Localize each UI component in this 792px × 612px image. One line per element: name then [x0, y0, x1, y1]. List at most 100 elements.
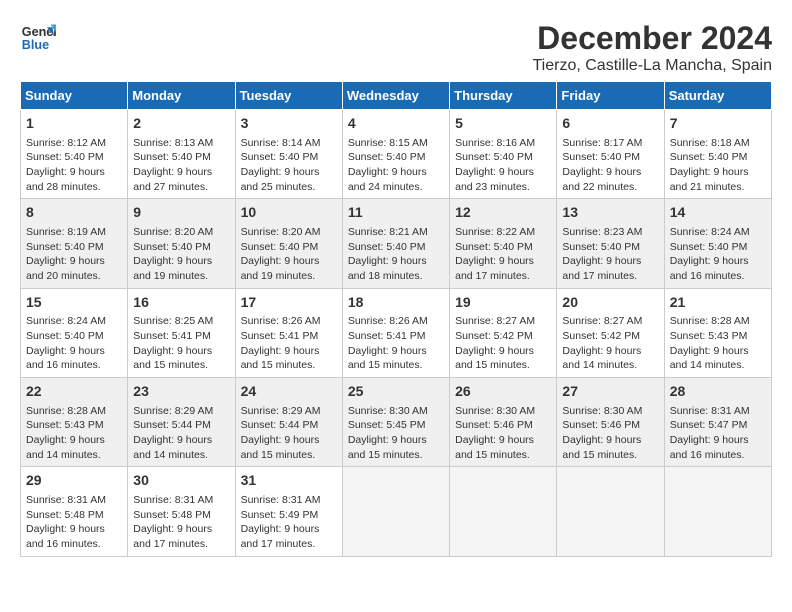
calendar-day-cell: 28Sunrise: 8:31 AM Sunset: 5:47 PM Dayli…	[664, 378, 771, 467]
day-info: Sunrise: 8:20 AM Sunset: 5:40 PM Dayligh…	[133, 225, 229, 284]
day-info: Sunrise: 8:28 AM Sunset: 5:43 PM Dayligh…	[26, 404, 122, 463]
day-info: Sunrise: 8:15 AM Sunset: 5:40 PM Dayligh…	[348, 136, 444, 195]
day-number: 5	[455, 114, 551, 134]
day-number: 25	[348, 382, 444, 402]
day-number: 23	[133, 382, 229, 402]
calendar-day-cell: 21Sunrise: 8:28 AM Sunset: 5:43 PM Dayli…	[664, 288, 771, 377]
day-info: Sunrise: 8:26 AM Sunset: 5:41 PM Dayligh…	[348, 314, 444, 373]
calendar-day-cell: 27Sunrise: 8:30 AM Sunset: 5:46 PM Dayli…	[557, 378, 664, 467]
day-info: Sunrise: 8:20 AM Sunset: 5:40 PM Dayligh…	[241, 225, 337, 284]
calendar-day-cell: 9Sunrise: 8:20 AM Sunset: 5:40 PM Daylig…	[128, 199, 235, 288]
calendar-day-cell: 16Sunrise: 8:25 AM Sunset: 5:41 PM Dayli…	[128, 288, 235, 377]
calendar-week-row: 22Sunrise: 8:28 AM Sunset: 5:43 PM Dayli…	[21, 378, 772, 467]
calendar-day-cell: 22Sunrise: 8:28 AM Sunset: 5:43 PM Dayli…	[21, 378, 128, 467]
day-number: 7	[670, 114, 766, 134]
calendar-header-friday: Friday	[557, 82, 664, 110]
day-info: Sunrise: 8:28 AM Sunset: 5:43 PM Dayligh…	[670, 314, 766, 373]
day-number: 6	[562, 114, 658, 134]
day-info: Sunrise: 8:21 AM Sunset: 5:40 PM Dayligh…	[348, 225, 444, 284]
day-info: Sunrise: 8:29 AM Sunset: 5:44 PM Dayligh…	[241, 404, 337, 463]
day-number: 27	[562, 382, 658, 402]
day-number: 20	[562, 293, 658, 313]
logo: General Blue	[20, 20, 56, 56]
calendar-day-cell	[557, 467, 664, 556]
day-info: Sunrise: 8:14 AM Sunset: 5:40 PM Dayligh…	[241, 136, 337, 195]
day-number: 19	[455, 293, 551, 313]
calendar-day-cell: 31Sunrise: 8:31 AM Sunset: 5:49 PM Dayli…	[235, 467, 342, 556]
day-info: Sunrise: 8:30 AM Sunset: 5:46 PM Dayligh…	[455, 404, 551, 463]
calendar-day-cell: 19Sunrise: 8:27 AM Sunset: 5:42 PM Dayli…	[450, 288, 557, 377]
day-number: 17	[241, 293, 337, 313]
day-info: Sunrise: 8:19 AM Sunset: 5:40 PM Dayligh…	[26, 225, 122, 284]
day-info: Sunrise: 8:29 AM Sunset: 5:44 PM Dayligh…	[133, 404, 229, 463]
calendar-day-cell: 25Sunrise: 8:30 AM Sunset: 5:45 PM Dayli…	[342, 378, 449, 467]
calendar-day-cell: 1Sunrise: 8:12 AM Sunset: 5:40 PM Daylig…	[21, 110, 128, 199]
main-title: December 2024	[532, 20, 772, 57]
calendar-day-cell: 26Sunrise: 8:30 AM Sunset: 5:46 PM Dayli…	[450, 378, 557, 467]
day-number: 16	[133, 293, 229, 313]
day-info: Sunrise: 8:31 AM Sunset: 5:49 PM Dayligh…	[241, 493, 337, 552]
page-header: General Blue December 2024 Tierzo, Casti…	[20, 20, 772, 75]
day-info: Sunrise: 8:31 AM Sunset: 5:48 PM Dayligh…	[26, 493, 122, 552]
calendar-day-cell	[342, 467, 449, 556]
calendar-week-row: 8Sunrise: 8:19 AM Sunset: 5:40 PM Daylig…	[21, 199, 772, 288]
day-info: Sunrise: 8:23 AM Sunset: 5:40 PM Dayligh…	[562, 225, 658, 284]
day-number: 28	[670, 382, 766, 402]
day-number: 2	[133, 114, 229, 134]
day-info: Sunrise: 8:30 AM Sunset: 5:46 PM Dayligh…	[562, 404, 658, 463]
calendar-day-cell: 30Sunrise: 8:31 AM Sunset: 5:48 PM Dayli…	[128, 467, 235, 556]
day-number: 15	[26, 293, 122, 313]
day-info: Sunrise: 8:25 AM Sunset: 5:41 PM Dayligh…	[133, 314, 229, 373]
calendar-table: SundayMondayTuesdayWednesdayThursdayFrid…	[20, 81, 772, 557]
calendar-week-row: 29Sunrise: 8:31 AM Sunset: 5:48 PM Dayli…	[21, 467, 772, 556]
day-number: 24	[241, 382, 337, 402]
day-info: Sunrise: 8:18 AM Sunset: 5:40 PM Dayligh…	[670, 136, 766, 195]
day-number: 29	[26, 471, 122, 491]
day-number: 30	[133, 471, 229, 491]
calendar-day-cell: 2Sunrise: 8:13 AM Sunset: 5:40 PM Daylig…	[128, 110, 235, 199]
calendar-day-cell	[664, 467, 771, 556]
day-info: Sunrise: 8:17 AM Sunset: 5:40 PM Dayligh…	[562, 136, 658, 195]
day-number: 4	[348, 114, 444, 134]
logo-icon: General Blue	[20, 20, 56, 56]
calendar-header-tuesday: Tuesday	[235, 82, 342, 110]
day-number: 12	[455, 203, 551, 223]
calendar-day-cell: 3Sunrise: 8:14 AM Sunset: 5:40 PM Daylig…	[235, 110, 342, 199]
calendar-day-cell: 17Sunrise: 8:26 AM Sunset: 5:41 PM Dayli…	[235, 288, 342, 377]
day-number: 3	[241, 114, 337, 134]
calendar-day-cell: 29Sunrise: 8:31 AM Sunset: 5:48 PM Dayli…	[21, 467, 128, 556]
day-number: 21	[670, 293, 766, 313]
day-number: 31	[241, 471, 337, 491]
calendar-header-row: SundayMondayTuesdayWednesdayThursdayFrid…	[21, 82, 772, 110]
calendar-day-cell: 13Sunrise: 8:23 AM Sunset: 5:40 PM Dayli…	[557, 199, 664, 288]
day-info: Sunrise: 8:22 AM Sunset: 5:40 PM Dayligh…	[455, 225, 551, 284]
calendar-day-cell: 10Sunrise: 8:20 AM Sunset: 5:40 PM Dayli…	[235, 199, 342, 288]
calendar-header-monday: Monday	[128, 82, 235, 110]
calendar-header-thursday: Thursday	[450, 82, 557, 110]
day-number: 26	[455, 382, 551, 402]
calendar-header-wednesday: Wednesday	[342, 82, 449, 110]
title-area: December 2024 Tierzo, Castille-La Mancha…	[532, 20, 772, 75]
svg-text:Blue: Blue	[22, 38, 49, 52]
day-number: 11	[348, 203, 444, 223]
calendar-week-row: 15Sunrise: 8:24 AM Sunset: 5:40 PM Dayli…	[21, 288, 772, 377]
calendar-header-sunday: Sunday	[21, 82, 128, 110]
calendar-day-cell: 4Sunrise: 8:15 AM Sunset: 5:40 PM Daylig…	[342, 110, 449, 199]
day-info: Sunrise: 8:31 AM Sunset: 5:48 PM Dayligh…	[133, 493, 229, 552]
day-number: 9	[133, 203, 229, 223]
calendar-week-row: 1Sunrise: 8:12 AM Sunset: 5:40 PM Daylig…	[21, 110, 772, 199]
day-info: Sunrise: 8:30 AM Sunset: 5:45 PM Dayligh…	[348, 404, 444, 463]
calendar-day-cell: 7Sunrise: 8:18 AM Sunset: 5:40 PM Daylig…	[664, 110, 771, 199]
day-info: Sunrise: 8:24 AM Sunset: 5:40 PM Dayligh…	[670, 225, 766, 284]
subtitle: Tierzo, Castille-La Mancha, Spain	[532, 57, 772, 75]
calendar-day-cell: 6Sunrise: 8:17 AM Sunset: 5:40 PM Daylig…	[557, 110, 664, 199]
day-number: 10	[241, 203, 337, 223]
calendar-day-cell: 18Sunrise: 8:26 AM Sunset: 5:41 PM Dayli…	[342, 288, 449, 377]
calendar-day-cell: 12Sunrise: 8:22 AM Sunset: 5:40 PM Dayli…	[450, 199, 557, 288]
calendar-day-cell: 11Sunrise: 8:21 AM Sunset: 5:40 PM Dayli…	[342, 199, 449, 288]
day-number: 18	[348, 293, 444, 313]
day-info: Sunrise: 8:31 AM Sunset: 5:47 PM Dayligh…	[670, 404, 766, 463]
day-info: Sunrise: 8:26 AM Sunset: 5:41 PM Dayligh…	[241, 314, 337, 373]
day-number: 22	[26, 382, 122, 402]
calendar-day-cell: 8Sunrise: 8:19 AM Sunset: 5:40 PM Daylig…	[21, 199, 128, 288]
